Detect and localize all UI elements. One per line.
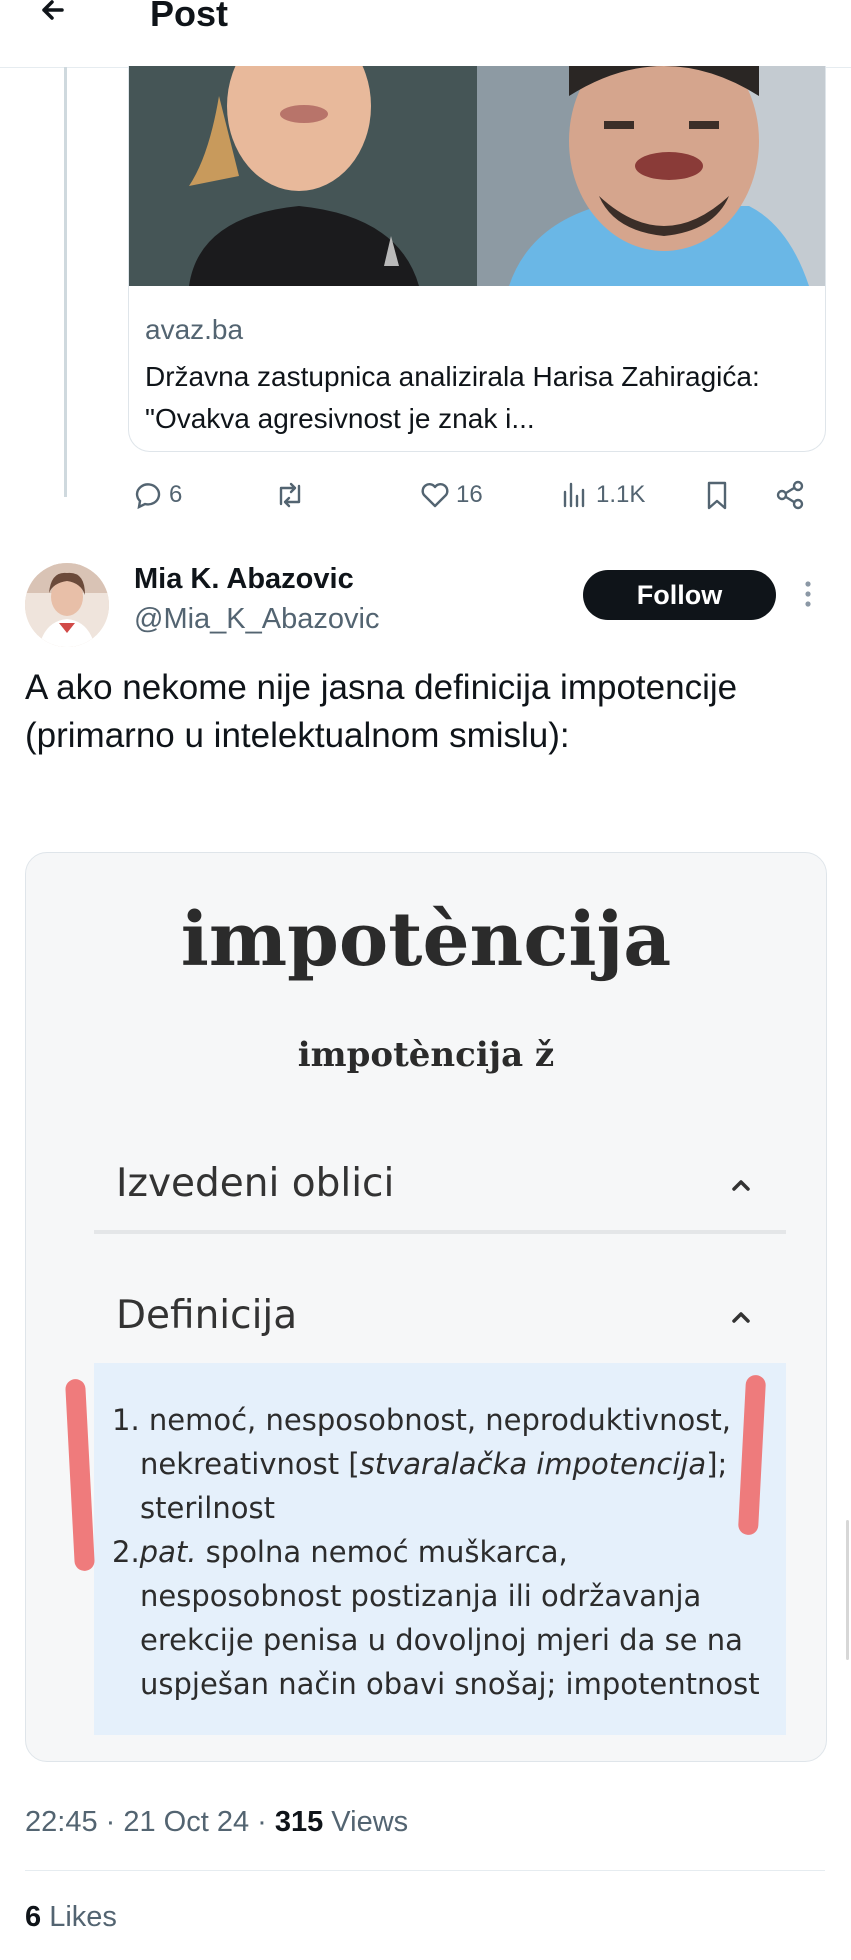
link-domain: avaz.ba <box>145 314 244 345</box>
page-title: Post <box>150 0 229 34</box>
section-title-derived-forms: Izvedeni oblici <box>116 1161 395 1206</box>
views-label: Views <box>323 1806 409 1838</box>
section-divider <box>94 1230 786 1234</box>
author-handle[interactable]: @Mia_K_Abazovic <box>134 603 379 636</box>
definition-number: 1. <box>112 1403 140 1437</box>
definition-text: nekreativnost [ <box>140 1447 360 1481</box>
link-title: Državna zastupnica analizirala Harisa Za… <box>145 361 760 434</box>
definition-text: nemoć, nesposobnost, neproduktivnost, <box>148 1403 731 1437</box>
dictionary-headword: impotèncija <box>180 897 672 983</box>
avatar[interactable] <box>25 563 109 647</box>
definition-line: uspješan način obavi snošaj; impotentnos… <box>140 1667 760 1701</box>
definition-line: nesposobnost postizanja ili održavanja <box>140 1579 702 1613</box>
chevron-up-icon <box>732 1312 750 1323</box>
definition-label: pat. <box>139 1535 197 1569</box>
share-button[interactable] <box>773 470 807 520</box>
scrollbar[interactable] <box>846 1520 849 1660</box>
top-app-bar: Post <box>0 0 851 68</box>
section-title-definition: Definicija <box>116 1293 298 1338</box>
definition-line: nekreativnost [stvaralačka impotencija]; <box>140 1447 727 1481</box>
chevron-up-icon <box>732 1180 750 1191</box>
reply-icon <box>135 483 161 510</box>
red-highlight-mark <box>64 1378 96 1572</box>
definition-text: spolna nemoć muškarca, <box>196 1535 568 1569</box>
likes-summary[interactable]: 6 Likes <box>25 1901 117 1934</box>
like-count: 16 <box>456 481 483 508</box>
definition-line: sterilnost <box>140 1491 275 1525</box>
heart-icon <box>421 483 449 508</box>
repost-button[interactable] <box>273 470 307 520</box>
definition-line: 2.pat. spolna nemoć muškarca, <box>112 1535 568 1569</box>
analytics-icon <box>563 482 585 508</box>
bookmark-button[interactable] <box>700 470 734 520</box>
like-button[interactable]: 16 <box>418 470 483 520</box>
share-icon <box>776 480 804 510</box>
reply-count: 6 <box>169 481 183 508</box>
likes-label: Likes <box>41 1901 117 1933</box>
views-button[interactable]: 1.1K <box>558 470 645 520</box>
avatar-image <box>25 563 109 647</box>
post-timestamp[interactable]: 22:45 · 21 Oct 24 · 315 Views <box>25 1806 408 1839</box>
views-count: 1.1K <box>596 481 646 508</box>
reply-button[interactable]: 6 <box>131 470 182 520</box>
views-total: 315 <box>274 1806 324 1838</box>
definition-example: stvaralačka impotencija <box>359 1447 707 1481</box>
divider <box>25 1870 825 1871</box>
post-action-bar: 6 16 1.1K <box>128 470 828 520</box>
definition-box: 1. nemoć, nesposobnost, neproduktivnost,… <box>94 1363 786 1735</box>
definition-number: 2. <box>112 1535 140 1569</box>
timestamp-text: 22:45 · 21 Oct 24 · <box>25 1806 275 1838</box>
likes-total: 6 <box>25 1901 42 1933</box>
dictionary-subhead: impotèncija ž <box>297 1035 555 1075</box>
more-options-icon[interactable] <box>798 574 818 614</box>
tweet-text: A ako nekome nije jasna definicija impot… <box>25 668 738 755</box>
definition-line: 1. nemoć, nesposobnost, neproduktivnost, <box>112 1403 731 1437</box>
link-preview-card[interactable]: avaz.ba Državna zastupnica analizirala H… <box>128 66 826 452</box>
bookmark-icon <box>707 481 727 510</box>
definition-text: ]; <box>706 1447 728 1481</box>
author-display-name[interactable]: Mia K. Abazovic <box>134 563 354 596</box>
repost-icon <box>279 482 301 508</box>
thread-connector-line <box>64 67 67 497</box>
attached-image[interactable]: impotèncija impotèncija ž Izvedeni oblic… <box>25 852 827 1762</box>
link-preview-image <box>129 66 825 286</box>
definition-line: erekcije penisa u dovoljnoj mjeri da se … <box>140 1623 743 1657</box>
back-arrow-icon[interactable] <box>34 0 74 34</box>
follow-button[interactable]: Follow <box>583 570 776 620</box>
